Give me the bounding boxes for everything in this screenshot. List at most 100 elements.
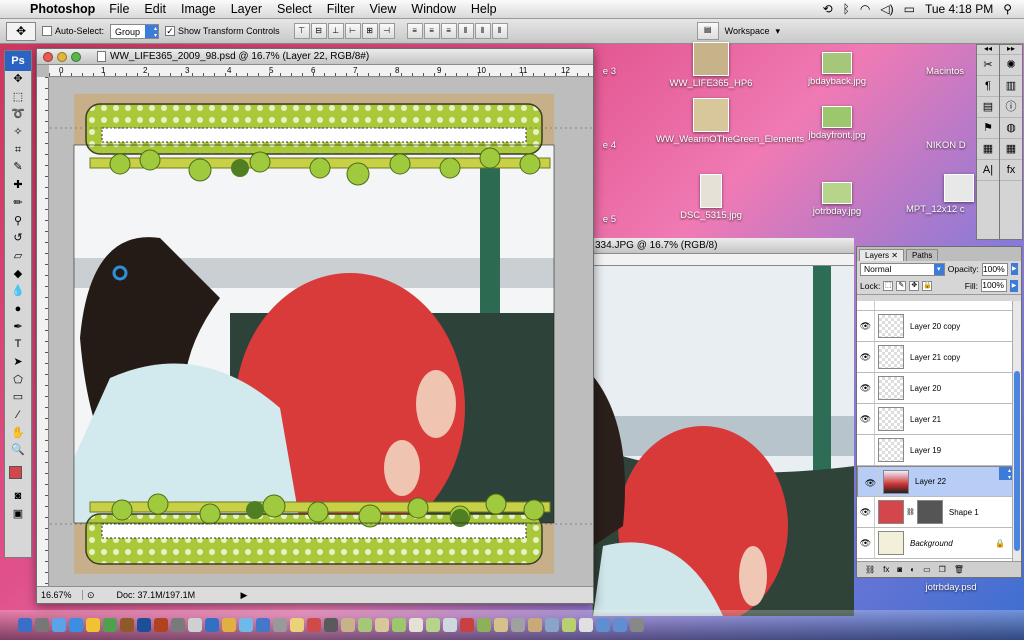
desktop-icon[interactable]: jotrbday.psd: [906, 582, 996, 593]
show-transform-checkbox[interactable]: ✓ Show Transform Controls: [165, 26, 280, 37]
dock-file-icon[interactable]: [511, 618, 525, 632]
clone-source-icon[interactable]: A|: [977, 160, 999, 181]
layer-row[interactable]: 👁 Layer 20 copy: [857, 311, 1013, 342]
status-popup-arrow-icon[interactable]: ▶: [241, 590, 248, 601]
desktop-icon[interactable]: WW_LIFE365_HP6: [656, 42, 766, 89]
dock-app-icon[interactable]: [188, 618, 202, 632]
zoom-tool-icon[interactable]: 🔍: [5, 442, 31, 460]
close-button[interactable]: [43, 51, 53, 62]
layer-list[interactable]: 👁 Layer 20 copy 👁 Layer 21 copy 👁 Layer 20 …: [857, 301, 1013, 563]
mail-icon[interactable]: [52, 618, 66, 632]
blend-mode-dropdown[interactable]: Normal: [860, 262, 945, 276]
background-document-window[interactable]: 334.JPG @ 16.7% (RGB/8): [592, 238, 854, 616]
photoshop-dock-icon[interactable]: [137, 618, 151, 632]
desktop-icon[interactable]: DSC_5315.jpg: [656, 174, 766, 221]
quick-mask-icon[interactable]: ◙: [5, 488, 31, 506]
add-mask-icon[interactable]: ◙: [897, 565, 902, 574]
trash-icon[interactable]: [630, 618, 644, 632]
lock-transparency-icon[interactable]: ⬚: [883, 280, 894, 291]
dock-app-icon[interactable]: [307, 618, 321, 632]
paint-bucket-tool-icon[interactable]: ◆: [5, 266, 31, 284]
desktop-icon[interactable]: WW_WearinOTheGreen_Elements: [656, 98, 804, 145]
dock-app-icon[interactable]: [205, 618, 219, 632]
distribute-right-icon[interactable]: ⦀: [491, 23, 508, 39]
eye-icon[interactable]: 👁: [857, 528, 875, 558]
pen-tool-icon[interactable]: ✒: [5, 319, 31, 337]
distribute-bottom-icon[interactable]: ≡: [440, 23, 457, 39]
safari-icon[interactable]: [69, 618, 83, 632]
bridge-icon[interactable]: ▤: [696, 22, 719, 40]
dock-app-icon[interactable]: [171, 618, 185, 632]
dock-file-icon[interactable]: [579, 618, 593, 632]
layer-row-partial[interactable]: [857, 301, 1013, 311]
menu-help[interactable]: Help: [471, 2, 497, 16]
horizontal-ruler[interactable]: 0 1 2 3 4 5 6 7 8 9 10 11 12: [49, 65, 593, 77]
dock-app-icon[interactable]: [256, 618, 270, 632]
distribute-vcenter-icon[interactable]: ≡: [423, 23, 440, 39]
align-bottom-icon[interactable]: ⊥: [327, 23, 344, 39]
adjustment-layer-icon[interactable]: ◐: [910, 565, 915, 574]
dock-app-icon[interactable]: [222, 618, 236, 632]
menu-layer[interactable]: Layer: [231, 2, 262, 16]
new-group-icon[interactable]: ▭: [923, 565, 931, 574]
status-menu-icon[interactable]: ⊙: [87, 590, 95, 601]
bridge-dock-icon[interactable]: [154, 618, 168, 632]
foreground-color-swatch[interactable]: [9, 466, 22, 480]
history-brush-tool-icon[interactable]: ↺: [5, 230, 31, 248]
clone-stamp-tool-icon[interactable]: ⚲: [5, 213, 31, 231]
color-panel-icon[interactable]: ◍: [1000, 118, 1022, 139]
dock-collapse-icon[interactable]: ◂◂: [977, 45, 999, 55]
align-left-icon[interactable]: ⊢: [344, 23, 361, 39]
desktop-icon[interactable]: NIKON D: [926, 140, 976, 151]
info-panel-icon[interactable]: ⓘ: [1000, 97, 1022, 118]
canvas-artwork[interactable]: [50, 78, 593, 586]
menu-view[interactable]: View: [370, 2, 397, 16]
dock-folder-icon[interactable]: [596, 618, 610, 632]
menu-edit[interactable]: Edit: [144, 2, 166, 16]
histogram-panel-icon[interactable]: ▥: [1000, 76, 1022, 97]
magic-wand-tool-icon[interactable]: ✧: [5, 124, 31, 142]
dock-file-icon[interactable]: [375, 618, 389, 632]
dock-file-icon[interactable]: [460, 618, 474, 632]
layers-scrollbar[interactable]: [1012, 301, 1021, 563]
menu-filter[interactable]: Filter: [327, 2, 355, 16]
dock-app-icon[interactable]: [239, 618, 253, 632]
align-hcenter-icon[interactable]: ⊞: [361, 23, 378, 39]
align-vcenter-icon[interactable]: ⊟: [310, 23, 327, 39]
tab-layers[interactable]: Layers ✕: [859, 249, 904, 261]
eye-icon[interactable]: 👁: [857, 497, 875, 527]
document-titlebar[interactable]: WW_LIFE365_2009_98.psd @ 16.7% (Layer 22…: [37, 49, 593, 65]
color-swatches[interactable]: [5, 460, 31, 488]
screen-mirror-icon[interactable]: ▭: [904, 2, 915, 16]
workspace-menu[interactable]: Workspace: [725, 26, 770, 36]
dock-app-icon[interactable]: [290, 618, 304, 632]
desktop-icon[interactable]: Macintos: [926, 66, 976, 77]
history-panel-icon[interactable]: ▤: [977, 97, 999, 118]
dock-file-icon[interactable]: [341, 618, 355, 632]
layer-row[interactable]: 👁 Layer 20: [857, 373, 1013, 404]
layer-row[interactable]: 👁 Layer 21 copy: [857, 342, 1013, 373]
distribute-hcenter-icon[interactable]: ⦀: [474, 23, 491, 39]
dock-folder-icon[interactable]: [613, 618, 627, 632]
eyedropper-tool-icon[interactable]: ⁄: [5, 407, 31, 425]
finder-icon[interactable]: [18, 618, 32, 632]
ical-icon[interactable]: [86, 618, 100, 632]
actions-panel-icon[interactable]: ⚑: [977, 118, 999, 139]
lock-pixels-icon[interactable]: ✎: [896, 280, 907, 291]
document-window[interactable]: WW_LIFE365_2009_98.psd @ 16.7% (Layer 22…: [36, 48, 594, 604]
auto-select-checkbox[interactable]: Auto-Select:: [42, 26, 104, 37]
bluetooth-icon[interactable]: ᛒ: [843, 2, 850, 16]
dock-file-icon[interactable]: [426, 618, 440, 632]
eye-icon[interactable]: 👁: [857, 404, 875, 434]
delete-layer-icon[interactable]: 🗑: [954, 565, 964, 574]
healing-brush-tool-icon[interactable]: ✚: [5, 177, 31, 195]
dodge-tool-icon[interactable]: ●: [5, 301, 31, 319]
type-tool-icon[interactable]: T: [5, 336, 31, 354]
eye-icon[interactable]: 👁: [857, 342, 875, 372]
align-right-icon[interactable]: ⊣: [378, 23, 395, 39]
layer-style-icon[interactable]: fx: [883, 565, 889, 574]
document-title[interactable]: 334.JPG @ 16.7% (RGB/8): [593, 238, 854, 254]
opacity-field[interactable]: 100%: [981, 262, 1008, 276]
menu-select[interactable]: Select: [277, 2, 312, 16]
dock-file-icon[interactable]: [562, 618, 576, 632]
